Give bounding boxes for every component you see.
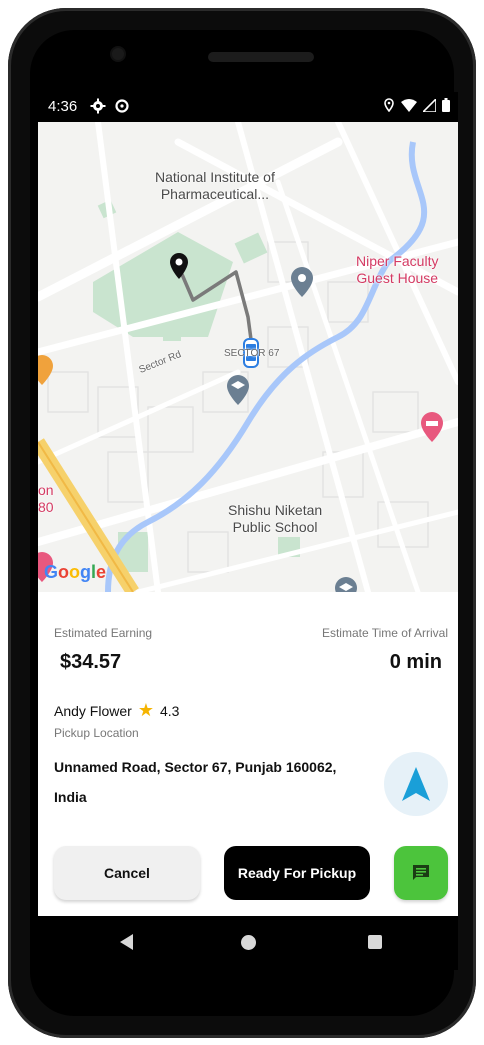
- map-label-shishu-niketan: Shishu Niketan Public School: [228, 502, 323, 535]
- front-camera: [112, 48, 124, 60]
- eta-label: Estimate Time of Arrival: [321, 626, 448, 640]
- navigation-arrow-icon: [402, 767, 430, 801]
- ready-for-pickup-button[interactable]: Ready For Pickup: [224, 846, 370, 900]
- wifi-icon: [401, 98, 417, 116]
- app-screen: 4:36 National Institute of Pharmaceutica…: [38, 92, 458, 916]
- status-time: 4:36: [48, 98, 78, 115]
- map-label-left-partial: on 80: [38, 482, 54, 515]
- cancel-button[interactable]: Cancel: [54, 846, 200, 900]
- chat-icon: [413, 865, 429, 880]
- data-saver-icon: [114, 98, 130, 118]
- driver-rating: 4.3: [159, 702, 180, 719]
- chat-button[interactable]: [394, 846, 448, 900]
- back-icon[interactable]: [120, 934, 133, 950]
- home-icon[interactable]: [241, 935, 256, 950]
- system-nav-bar: [38, 916, 458, 970]
- pickup-pin-icon[interactable]: [169, 253, 189, 279]
- driver-row: Andy Flower ★ 4.3: [54, 700, 179, 721]
- restaurant-poi-icon[interactable]: [38, 355, 54, 385]
- trip-info-panel: Estimated Earning $34.57 Estimate Time o…: [38, 592, 458, 916]
- map-label-sector-67: SECTOR 67: [224, 348, 280, 359]
- navigate-button[interactable]: [384, 752, 448, 816]
- earpiece-speaker: [208, 52, 314, 62]
- earning-label: Estimated Earning: [54, 626, 153, 640]
- hotel-poi-icon[interactable]: [420, 412, 444, 442]
- earning-value: $34.57: [60, 651, 122, 673]
- gear-icon: [90, 98, 106, 118]
- school-poi-icon[interactable]: [290, 267, 314, 297]
- signal-icon: [421, 96, 437, 116]
- driver-name: Andy Flower: [54, 702, 132, 719]
- status-bar: 4:36: [38, 92, 458, 122]
- google-logo: Google: [44, 562, 107, 582]
- battery-icon: [442, 98, 450, 116]
- eta-value: 0 min: [389, 651, 442, 673]
- school-poi-icon[interactable]: [226, 375, 250, 405]
- map-label-niper-guest-house: Niper Faculty Guest House: [356, 253, 439, 286]
- pickup-label: Pickup Location: [54, 726, 139, 740]
- map-label-national-institute: National Institute of Pharmaceutical...: [155, 169, 275, 202]
- pickup-address: Unnamed Road, Sector 67, Punjab 160062, …: [54, 759, 337, 805]
- map-view[interactable]: National Institute of Pharmaceutical... …: [38, 122, 458, 607]
- location-icon: [383, 98, 395, 116]
- recent-apps-icon[interactable]: [368, 935, 382, 949]
- star-icon: ★: [137, 700, 154, 720]
